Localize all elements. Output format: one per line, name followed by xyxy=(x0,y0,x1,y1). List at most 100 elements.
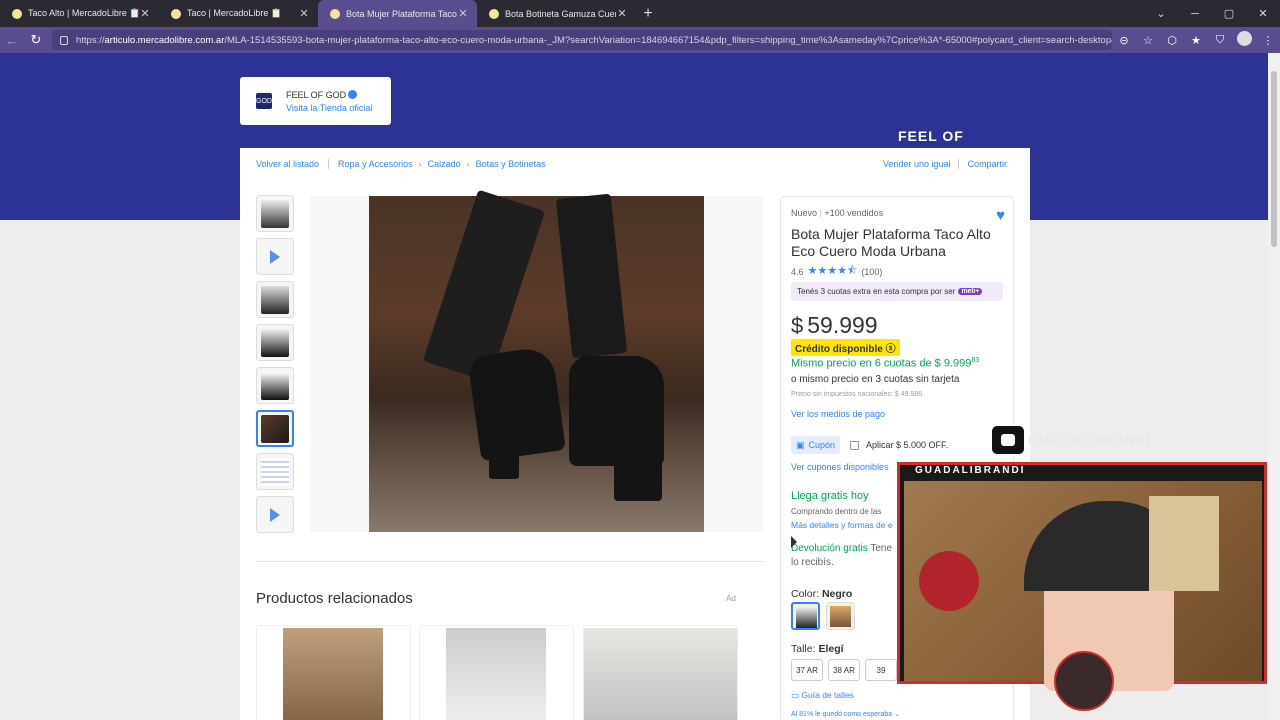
youtube-icon xyxy=(992,426,1024,454)
breadcrumb: Volver al listado Ropa y Accesorios › Cal… xyxy=(256,159,546,169)
avatar[interactable] xyxy=(1232,31,1256,49)
stars-icon: ★★★★⯪ xyxy=(807,265,858,277)
thumbnail[interactable] xyxy=(256,195,294,232)
breadcrumb-item[interactable]: Botas y Botinetas xyxy=(476,159,546,169)
favicon-icon xyxy=(171,8,181,19)
brand-logo: FEEL OF xyxy=(898,128,964,144)
play-icon xyxy=(270,507,280,522)
share-link[interactable]: Compartir xyxy=(967,159,1007,169)
price: $59.999 xyxy=(791,312,878,338)
coupons-link[interactable]: Ver cupones disponibles xyxy=(791,462,889,472)
returns-detail: lo recibís. xyxy=(791,557,834,568)
tab-bota-botineta[interactable]: Bota Botineta Gamuza Cuero Muje✕ xyxy=(477,0,636,27)
thumbnail-list xyxy=(256,195,294,539)
back-icon[interactable]: ← xyxy=(0,33,24,48)
minimize-icon[interactable]: ─ xyxy=(1178,0,1212,27)
lock-icon xyxy=(60,35,68,45)
meli-plus-banner: Tenés 3 cuotas extra en esta compra por … xyxy=(791,282,1003,301)
tab-taco-alto[interactable]: Taco Alto | MercadoLibre 📋 ✕ xyxy=(0,0,159,27)
heart-icon[interactable]: ♥ xyxy=(996,207,1005,224)
verified-icon xyxy=(348,89,358,99)
favicon-icon xyxy=(12,8,22,19)
apply-coupon-label[interactable]: Aplicar $ 5.000 OFF. xyxy=(866,440,948,450)
size-option[interactable]: 37 AR xyxy=(791,659,823,681)
ruler-icon: ▭ xyxy=(791,690,800,700)
favicon-icon xyxy=(489,8,499,19)
divider xyxy=(256,561,764,562)
sell-similar-link[interactable]: Vender uno igual xyxy=(883,159,951,169)
thumbnail[interactable] xyxy=(256,281,294,318)
color-swatch-black[interactable] xyxy=(791,602,820,630)
tab-bar: Taco Alto | MercadoLibre 📋 ✕ Taco | Merca… xyxy=(0,0,1280,27)
youtube-channel-name: GUADALIBRANDI xyxy=(1028,433,1151,448)
close-icon[interactable]: ✕ xyxy=(457,7,469,20)
thumbnail-selected[interactable] xyxy=(256,410,294,447)
thumbnail-video[interactable] xyxy=(256,238,294,275)
ad-label: Ad xyxy=(726,594,736,603)
related-product-card[interactable] xyxy=(583,625,738,720)
thumbnail[interactable] xyxy=(256,453,294,490)
related-product-card[interactable] xyxy=(419,625,574,720)
color-swatch-suede[interactable] xyxy=(826,602,855,630)
size-guide-link[interactable]: ▭ Guía de talles xyxy=(791,690,854,701)
main-image-area[interactable] xyxy=(310,189,763,532)
tab-bota-mujer[interactable]: Bota Mujer Plataforma Taco Alto E✕ xyxy=(318,0,477,27)
store-logo-icon: GOD xyxy=(256,93,272,109)
shield-icon[interactable]: ⛉ xyxy=(1208,34,1232,47)
store-link[interactable]: Visita la Tienda oficial xyxy=(286,103,372,113)
returns-title: Devolución gratis Tene xyxy=(791,543,893,554)
close-window-icon[interactable]: ✕ xyxy=(1246,0,1280,27)
play-icon xyxy=(270,249,280,264)
close-icon[interactable]: ✕ xyxy=(616,7,628,20)
mouse-cursor xyxy=(791,536,797,548)
star-icon[interactable]: ☆ xyxy=(1136,34,1160,47)
color-label: Color: Negro xyxy=(791,588,853,600)
webcam-overlay: GUADALIBRANDI xyxy=(897,462,1267,711)
main-product-image xyxy=(369,189,704,532)
fit-info-link[interactable]: Al 81% le quedó como esperaba ⌄ xyxy=(791,710,900,718)
size-option[interactable]: 39 xyxy=(865,659,897,681)
webcam-channel-label: GUADALIBRANDI xyxy=(900,465,1264,479)
related-product-card[interactable] xyxy=(256,625,411,720)
extension-icon[interactable]: ⬡ xyxy=(1160,34,1184,47)
breadcrumb-item[interactable]: Ropa y Accesorios xyxy=(338,159,413,169)
new-tab-button[interactable]: + xyxy=(636,0,660,27)
close-icon[interactable]: ✕ xyxy=(139,7,151,20)
scrollbar-thumb[interactable] xyxy=(1271,71,1277,247)
shipping-details-link[interactable]: Más detalles y formas de e xyxy=(791,520,893,530)
thumbnail[interactable] xyxy=(256,324,294,361)
related-products-title: Productos relacionados xyxy=(256,590,413,607)
installments: Mismo precio en 6 cuotas de $ 9.99983 xyxy=(791,357,980,370)
bookmarks-icon[interactable]: ★ xyxy=(1184,34,1208,47)
webcam-video xyxy=(904,481,1262,711)
size-option[interactable]: 38 AR xyxy=(828,659,860,681)
close-icon[interactable]: ✕ xyxy=(298,7,310,20)
back-to-list-link[interactable]: Volver al listado xyxy=(256,159,319,169)
store-name: FEEL OF GOD xyxy=(286,89,347,100)
coupon-icon: ▣ xyxy=(796,439,805,450)
favicon-icon xyxy=(330,8,340,19)
dollar-icon: ⓢ xyxy=(885,344,896,355)
url-input[interactable]: https://articulo.mercadolibre.com.ar/MLA… xyxy=(52,30,1112,50)
menu-icon[interactable]: ⋮ xyxy=(1256,34,1280,47)
coupon-tag: ▣ Cupón xyxy=(791,436,841,454)
breadcrumb-item[interactable]: Calzado xyxy=(428,159,461,169)
credit-badge: Crédito disponible ⓢ xyxy=(791,339,900,356)
apply-coupon-checkbox[interactable] xyxy=(850,441,859,450)
product-title: Bota Mujer Plataforma Taco Alto Eco Cuer… xyxy=(791,226,991,259)
thumbnail[interactable] xyxy=(256,367,294,404)
tab-taco[interactable]: Taco | MercadoLibre 📋 ✕ xyxy=(159,0,318,27)
reader-icon[interactable]: ⊝ xyxy=(1112,34,1136,47)
rating[interactable]: 4.6 ★★★★⯪ (100) xyxy=(791,262,882,281)
no-card-installments: o mismo precio en 3 cuotas sin tarjeta xyxy=(791,374,960,385)
store-card[interactable]: GOD FEEL OF GOD Visita la Tienda oficial xyxy=(240,77,391,125)
shipping-detail: Comprando dentro de las xyxy=(791,507,882,516)
chevron-down-icon[interactable]: ⌄ xyxy=(1144,0,1178,27)
thumbnail-video[interactable] xyxy=(256,496,294,533)
payment-methods-link[interactable]: Ver los medios de pago xyxy=(791,409,885,419)
address-bar: ← ↻ https://articulo.mercadolibre.com.ar… xyxy=(0,27,1280,53)
scrollbar[interactable] xyxy=(1268,53,1280,720)
condition-sold: Nuevo | +100 vendidos xyxy=(791,208,884,218)
reload-icon[interactable]: ↻ xyxy=(24,32,48,48)
maximize-icon[interactable]: ▢ xyxy=(1212,0,1246,27)
